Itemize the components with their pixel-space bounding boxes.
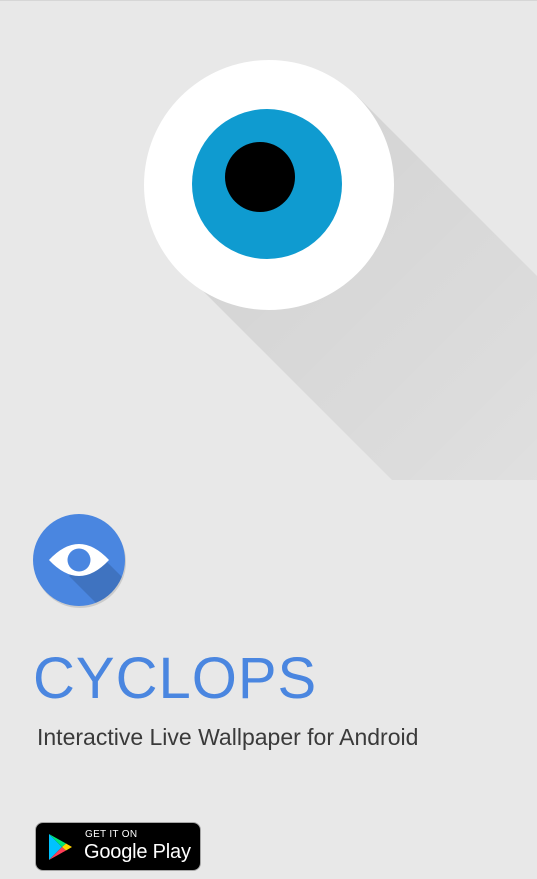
app-title: CYCLOPS xyxy=(33,646,318,711)
hero-eye-illustration xyxy=(144,60,537,480)
badge-large-text: Google Play xyxy=(84,841,191,863)
app-subtitle: Interactive Live Wallpaper for Android xyxy=(37,724,419,750)
google-play-badge[interactable]: GET IT ON Google Play xyxy=(35,822,201,871)
google-play-icon xyxy=(49,834,72,860)
app-eye-icon xyxy=(33,514,126,608)
hero-pupil xyxy=(225,142,295,212)
